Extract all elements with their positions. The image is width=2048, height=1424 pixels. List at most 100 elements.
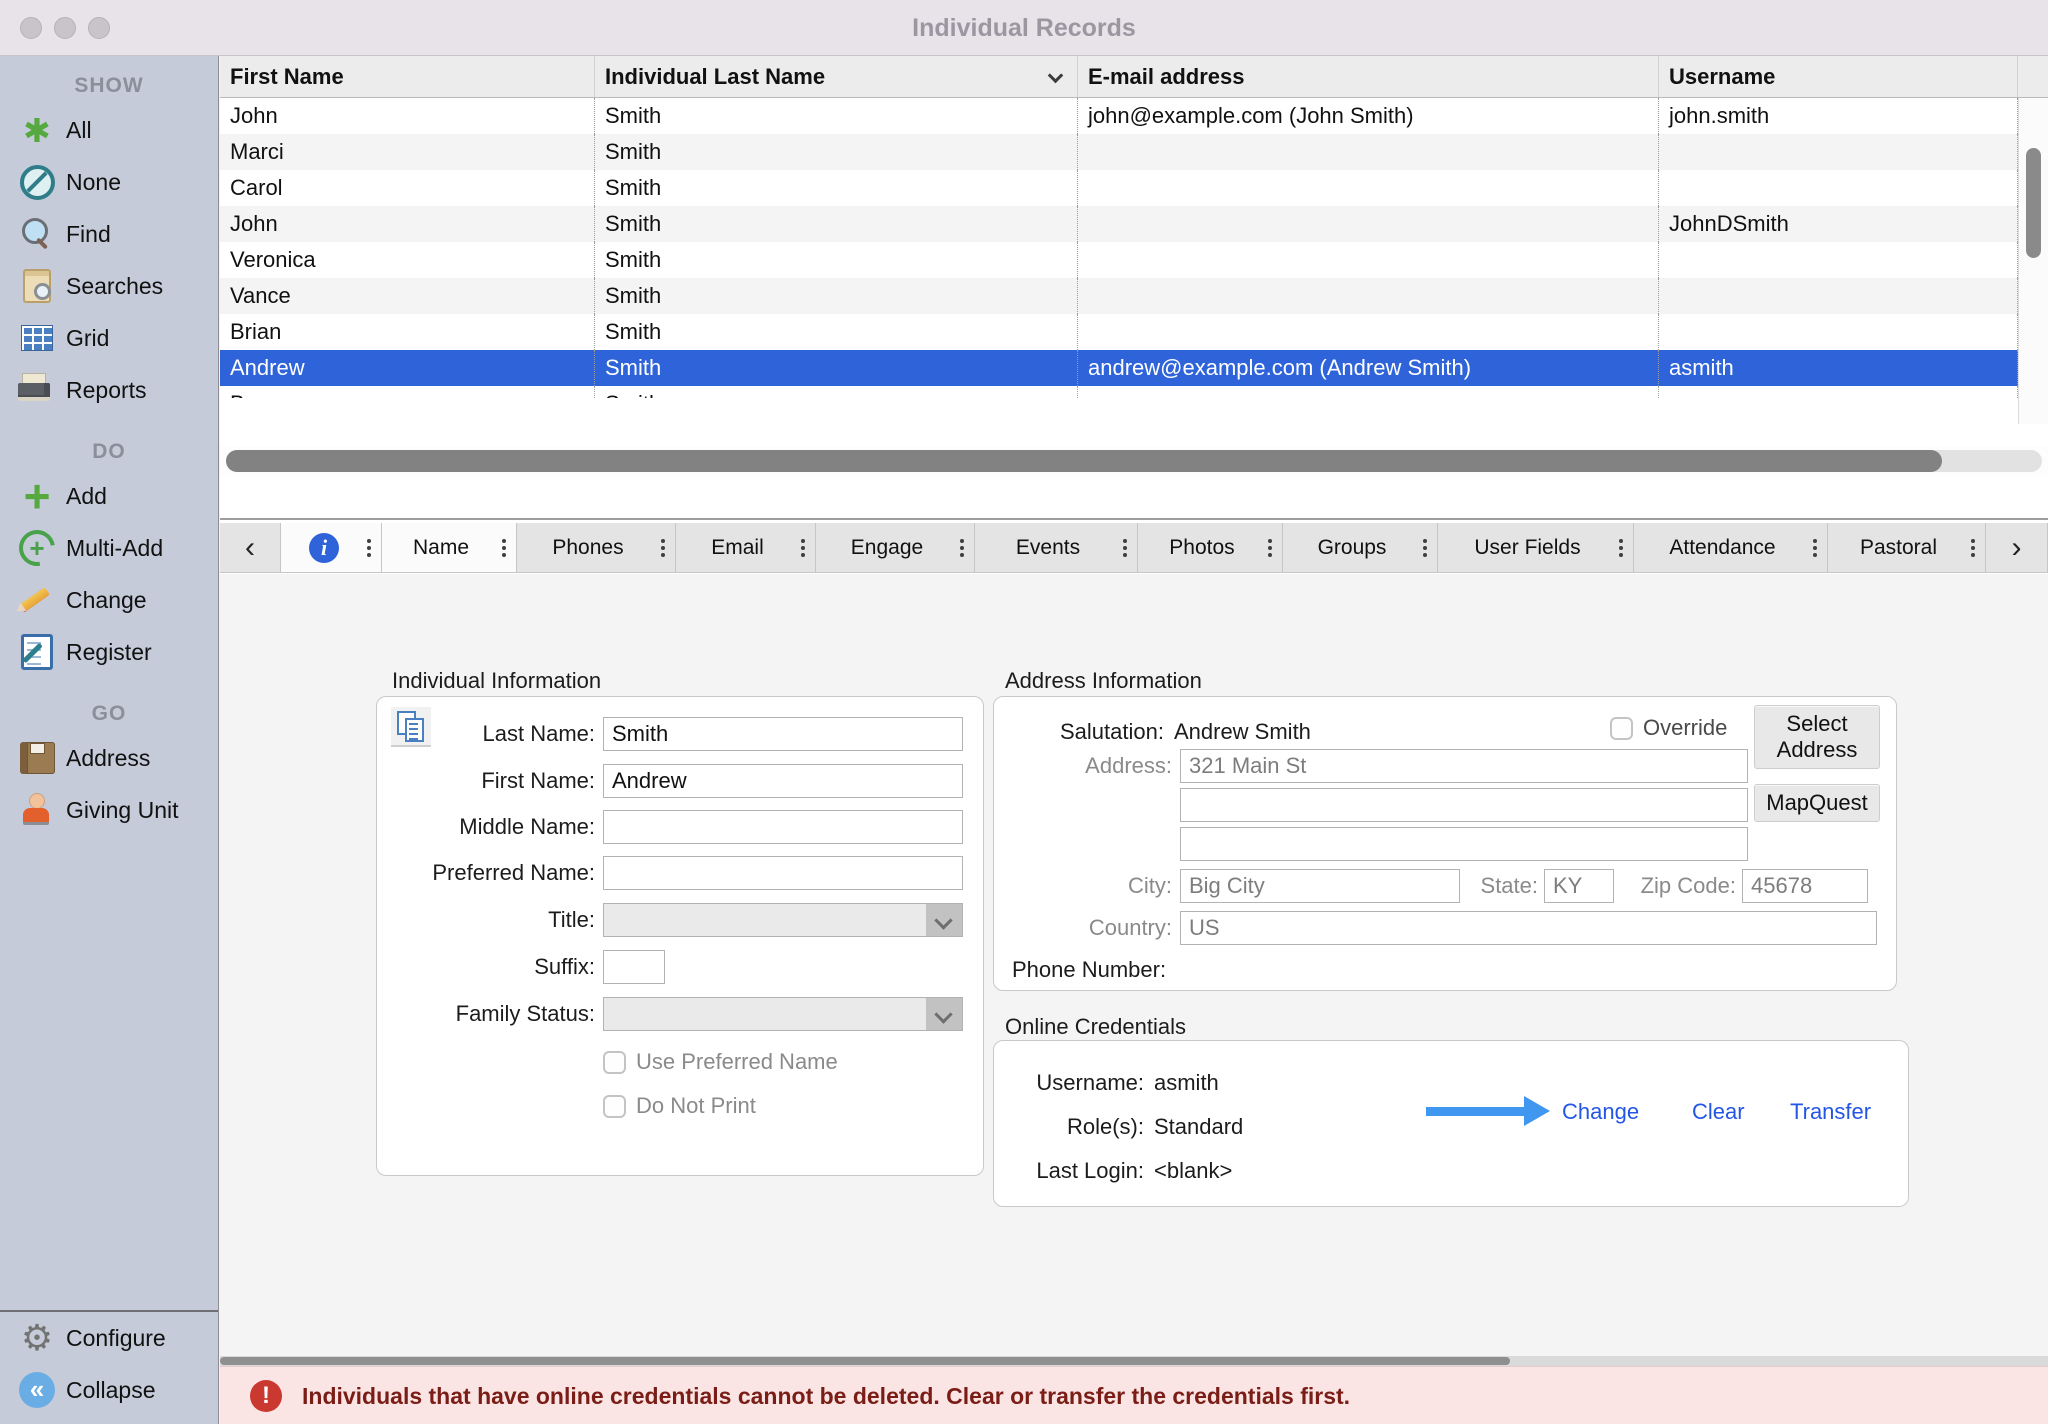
preferred-name-label: Preferred Name:	[377, 860, 595, 886]
first-name-field[interactable]: Andrew	[603, 764, 963, 798]
select-address-button[interactable]: Select Address	[1754, 705, 1880, 769]
kebab-menu-icon[interactable]	[1123, 539, 1127, 543]
register-icon	[18, 633, 56, 671]
content-scroll-thumb[interactable]	[220, 1357, 1510, 1365]
tabs-scroll-right-button[interactable]	[1986, 523, 2048, 572]
sidebar-item-reports[interactable]: Reports	[0, 364, 218, 416]
override-label: Override	[1643, 715, 1727, 741]
kebab-menu-icon[interactable]	[960, 539, 964, 543]
city-field[interactable]: Big City	[1180, 869, 1460, 903]
chevron-down-icon	[926, 998, 962, 1030]
mapquest-button[interactable]: MapQuest	[1754, 784, 1880, 822]
tab-photos[interactable]: Photos	[1138, 523, 1283, 572]
sidebar-item-find[interactable]: Find	[0, 208, 218, 260]
tab-phones[interactable]: Phones	[517, 523, 676, 572]
horizontal-scroll-thumb[interactable]	[226, 450, 1942, 472]
kebab-menu-icon[interactable]	[502, 539, 506, 543]
kebab-menu-icon[interactable]	[1619, 539, 1623, 543]
sort-chevron-down-icon	[1048, 68, 1064, 84]
results-table: First Name Individual Last Name E-mail a…	[220, 56, 2048, 434]
sidebar-item-change[interactable]: Change	[0, 574, 218, 626]
middle-name-field[interactable]	[603, 810, 963, 844]
city-label: City:	[994, 873, 1172, 899]
title-dropdown[interactable]	[603, 903, 963, 937]
last-name-field[interactable]: Smith	[603, 717, 963, 751]
table-row[interactable]: Vance Smith	[220, 278, 2048, 314]
table-row[interactable]: Veronica Smith	[220, 242, 2048, 278]
salutation-value: Andrew Smith	[1174, 719, 1311, 745]
tab-events[interactable]: Events	[975, 523, 1138, 572]
table-row[interactable]: Carol Smith	[220, 170, 2048, 206]
title-label: Title:	[377, 907, 595, 933]
change-credentials-link[interactable]: Change	[1562, 1099, 1639, 1125]
tab-attendance[interactable]: Attendance	[1634, 523, 1828, 572]
tabs-scroll-left-button[interactable]	[220, 523, 281, 572]
vertical-scroll-thumb[interactable]	[2026, 148, 2041, 258]
online-credentials-panel: Username: asmith Role(s): Standard Last …	[993, 1040, 1909, 1207]
middle-name-label: Middle Name:	[377, 814, 595, 840]
kebab-menu-icon[interactable]	[1971, 539, 1975, 543]
clear-credentials-link[interactable]: Clear	[1692, 1099, 1745, 1125]
kebab-menu-icon[interactable]	[1423, 539, 1427, 543]
use-preferred-name-checkbox[interactable]	[603, 1051, 626, 1074]
table-header-row: First Name Individual Last Name E-mail a…	[220, 56, 2048, 98]
sidebar-item-collapse[interactable]: Collapse	[0, 1364, 218, 1416]
column-header-username[interactable]: Username	[1659, 56, 2018, 97]
address-line2-field[interactable]	[1180, 788, 1748, 822]
column-header-first-name[interactable]: First Name	[220, 56, 595, 97]
column-header-last-name[interactable]: Individual Last Name	[595, 56, 1078, 97]
kebab-menu-icon[interactable]	[367, 539, 371, 543]
sidebar-item-multi-add[interactable]: Multi-Add	[0, 522, 218, 574]
override-checkbox[interactable]	[1610, 717, 1633, 740]
kebab-menu-icon[interactable]	[1813, 539, 1817, 543]
kebab-menu-icon[interactable]	[801, 539, 805, 543]
table-row[interactable]: John Smith JohnDSmith	[220, 206, 2048, 242]
sidebar-item-giving-unit[interactable]: Giving Unit	[0, 784, 218, 836]
annotation-arrow-head	[1524, 1096, 1550, 1126]
zip-code-field[interactable]: 45678	[1742, 869, 1868, 903]
sidebar-item-register[interactable]: Register	[0, 626, 218, 678]
sidebar-item-add[interactable]: Add	[0, 470, 218, 522]
kebab-menu-icon[interactable]	[1268, 539, 1272, 543]
first-name-label: First Name:	[377, 768, 595, 794]
sidebar-item-all[interactable]: All	[0, 104, 218, 156]
individual-information-title: Individual Information	[392, 668, 601, 694]
table-row[interactable]: Marci Smith	[220, 134, 2048, 170]
tab-info[interactable]	[281, 523, 382, 572]
address-line1-field[interactable]: 321 Main St	[1180, 749, 1748, 783]
roles-label: Role(s):	[994, 1114, 1144, 1140]
sidebar-section-go: GO	[0, 702, 218, 726]
kebab-menu-icon[interactable]	[661, 539, 665, 543]
sidebar-item-configure[interactable]: Configure	[0, 1312, 218, 1364]
tab-name[interactable]: Name	[382, 523, 517, 572]
content-horizontal-scrollbar[interactable]	[220, 1356, 2048, 1366]
tab-pastoral[interactable]: Pastoral	[1828, 523, 1986, 572]
tab-user-fields[interactable]: User Fields	[1438, 523, 1634, 572]
table-row[interactable]: John Smith john@example.com (John Smith)…	[220, 98, 2048, 134]
magnifier-icon	[18, 215, 56, 253]
last-name-label: Last Name:	[377, 721, 595, 747]
column-header-email[interactable]: E-mail address	[1078, 56, 1659, 97]
sidebar-item-address[interactable]: Address	[0, 732, 218, 784]
table-row[interactable]: Brian Smith	[220, 314, 2048, 350]
table-horizontal-scrollbar[interactable]	[220, 446, 2048, 476]
pencil-icon	[18, 581, 56, 619]
tab-engage[interactable]: Engage	[816, 523, 975, 572]
sidebar-item-none[interactable]: None	[0, 156, 218, 208]
state-field[interactable]: KY	[1544, 869, 1614, 903]
scroll-search-icon	[18, 267, 56, 305]
tab-groups[interactable]: Groups	[1283, 523, 1438, 572]
suffix-field[interactable]	[603, 950, 665, 984]
table-vertical-scrollbar[interactable]	[2018, 98, 2048, 424]
sidebar-item-grid[interactable]: Grid	[0, 312, 218, 364]
tab-email[interactable]: Email	[676, 523, 816, 572]
table-row-selected[interactable]: Andrew Smith andrew@example.com (Andrew …	[220, 350, 2048, 386]
preferred-name-field[interactable]	[603, 856, 963, 890]
address-line3-field[interactable]	[1180, 827, 1748, 861]
do-not-print-checkbox[interactable]	[603, 1095, 626, 1118]
sidebar-section-do: DO	[0, 440, 218, 464]
family-status-dropdown[interactable]	[603, 997, 963, 1031]
country-field[interactable]: US	[1180, 911, 1877, 945]
transfer-credentials-link[interactable]: Transfer	[1790, 1099, 1871, 1125]
sidebar-item-searches[interactable]: Searches	[0, 260, 218, 312]
